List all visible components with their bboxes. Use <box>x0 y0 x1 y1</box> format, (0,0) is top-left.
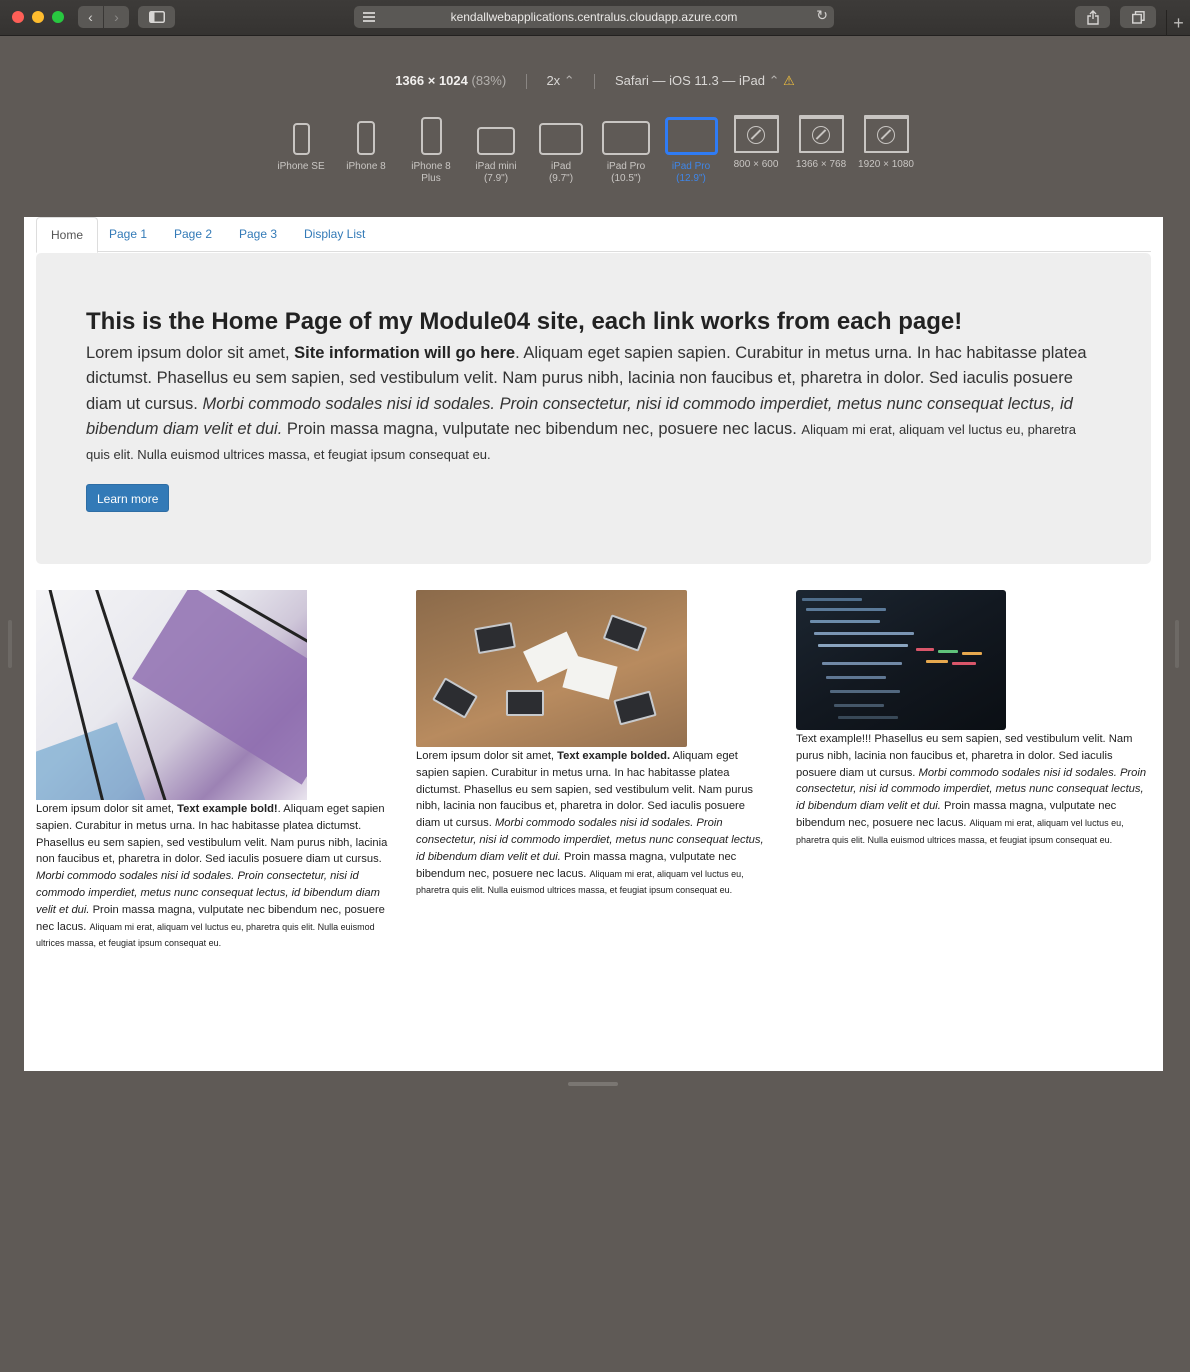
warning-icon[interactable]: ⚠ <box>783 73 795 88</box>
ipad-icon <box>602 121 650 155</box>
sidebar-icon <box>148 11 165 23</box>
share-icon <box>1086 9 1099 25</box>
back-button[interactable]: ‹ <box>78 6 103 28</box>
device-ipad-pro-12-9[interactable]: iPad Pro (12.9") <box>660 113 722 185</box>
close-window-button[interactable] <box>12 11 24 23</box>
device-ipad-mini[interactable]: iPad mini (7.9") <box>465 113 527 185</box>
content-column-3: Text example!!! Phasellus eu sem sapien,… <box>796 590 1152 849</box>
device-presets: iPhone SE iPhone 8 iPhone 8 Plus iPad mi… <box>0 113 1190 193</box>
tabs-overview-icon <box>1131 10 1145 24</box>
window-icon <box>863 115 909 153</box>
content-column-1: Lorem ipsum dolor sit amet, Text example… <box>36 590 392 952</box>
device-iphone-8[interactable]: iPhone 8 <box>335 113 397 173</box>
reload-icon[interactable]: ↻ <box>816 7 828 24</box>
page-viewport: Home Page 1 Page 2 Page 3 Display List T… <box>24 217 1163 1071</box>
iphone-icon <box>357 121 375 155</box>
viewport-right-resize-handle[interactable] <box>1175 620 1179 668</box>
learn-more-button[interactable]: Learn more <box>86 484 170 512</box>
minimize-window-button[interactable] <box>32 11 44 23</box>
divider <box>525 74 527 90</box>
iphone-icon <box>292 123 310 155</box>
chevron-right-icon: › <box>114 9 119 25</box>
ipad-icon <box>539 123 583 155</box>
content-column-2: Lorem ipsum dolor sit amet, Text example… <box>416 590 772 899</box>
device-iphone-se[interactable]: iPhone SE <box>270 113 332 173</box>
zoom-window-button[interactable] <box>52 11 64 23</box>
plus-icon: + <box>1173 13 1184 33</box>
viewport-left-resize-handle[interactable] <box>8 620 12 668</box>
compass-icon <box>812 126 830 144</box>
compass-icon <box>877 126 895 144</box>
share-button[interactable] <box>1075 6 1110 28</box>
meeting-image <box>416 590 687 747</box>
device-1920x1080[interactable]: 1920 × 1080 <box>855 113 917 171</box>
tab-page-2[interactable]: Page 2 <box>160 217 226 252</box>
times-sign: × <box>427 73 436 88</box>
tab-page-3[interactable]: Page 3 <box>225 217 291 252</box>
ipad-icon <box>477 127 515 155</box>
iphone-icon <box>420 117 442 155</box>
device-ipad[interactable]: iPad (9.7") <box>530 113 592 185</box>
show-all-tabs-button[interactable] <box>1120 6 1156 28</box>
device-iphone-8-plus[interactable]: iPhone 8 Plus <box>400 113 462 185</box>
device-ipad-pro-10-5[interactable]: iPad Pro (10.5") <box>595 113 657 185</box>
pixel-ratio-select[interactable]: 2x ⌃ <box>546 73 574 88</box>
url-text[interactable]: kendallwebapplications.centralus.cloudap… <box>354 10 834 24</box>
address-bar[interactable]: kendallwebapplications.centralus.cloudap… <box>354 6 834 28</box>
divider <box>594 74 596 90</box>
select-caret-icon: ⌃ <box>563 73 575 88</box>
responsive-design-info: 1366 × 1024 (83%) 2x ⌃ Safari — iOS 11.3… <box>0 73 1190 90</box>
viewport-height[interactable]: 1024 <box>439 73 468 88</box>
viewport-resize-handle[interactable] <box>568 1082 618 1086</box>
tab-page-1[interactable]: Page 1 <box>95 217 161 252</box>
new-tab-button[interactable]: + <box>1166 10 1190 36</box>
tab-display-list[interactable]: Display List <box>290 217 379 252</box>
compass-icon <box>747 126 765 144</box>
ipad-icon <box>664 117 718 155</box>
code-image <box>796 590 1006 730</box>
window-icon <box>733 115 779 153</box>
sketch-image <box>36 590 307 800</box>
forward-button[interactable]: › <box>104 6 129 28</box>
page-title: This is the Home Page of my Module04 sit… <box>86 308 963 335</box>
user-agent-select[interactable]: Safari — iOS 11.3 — iPad ⌃ <box>615 73 780 88</box>
site-nav-tabs: Home Page 1 Page 2 Page 3 Display List <box>36 217 1151 253</box>
viewport-width[interactable]: 1366 <box>395 73 424 88</box>
sidebar-toggle-button[interactable] <box>138 6 175 28</box>
window-icon <box>798 115 844 153</box>
chevron-left-icon: ‹ <box>88 9 93 25</box>
select-caret-icon: ⌃ <box>768 73 780 88</box>
tab-home[interactable]: Home <box>36 217 99 253</box>
zoom-level: (83%) <box>471 73 507 88</box>
jumbotron-text: Lorem ipsum dolor sit amet, Site informa… <box>86 344 1087 463</box>
browser-toolbar: ‹ › kendallwebapplications.centralus.clo… <box>0 0 1190 36</box>
device-800x600[interactable]: 800 × 600 <box>725 113 787 171</box>
device-1366x768[interactable]: 1366 × 768 <box>790 113 852 171</box>
jumbotron: This is the Home Page of my Module04 sit… <box>36 253 1151 564</box>
